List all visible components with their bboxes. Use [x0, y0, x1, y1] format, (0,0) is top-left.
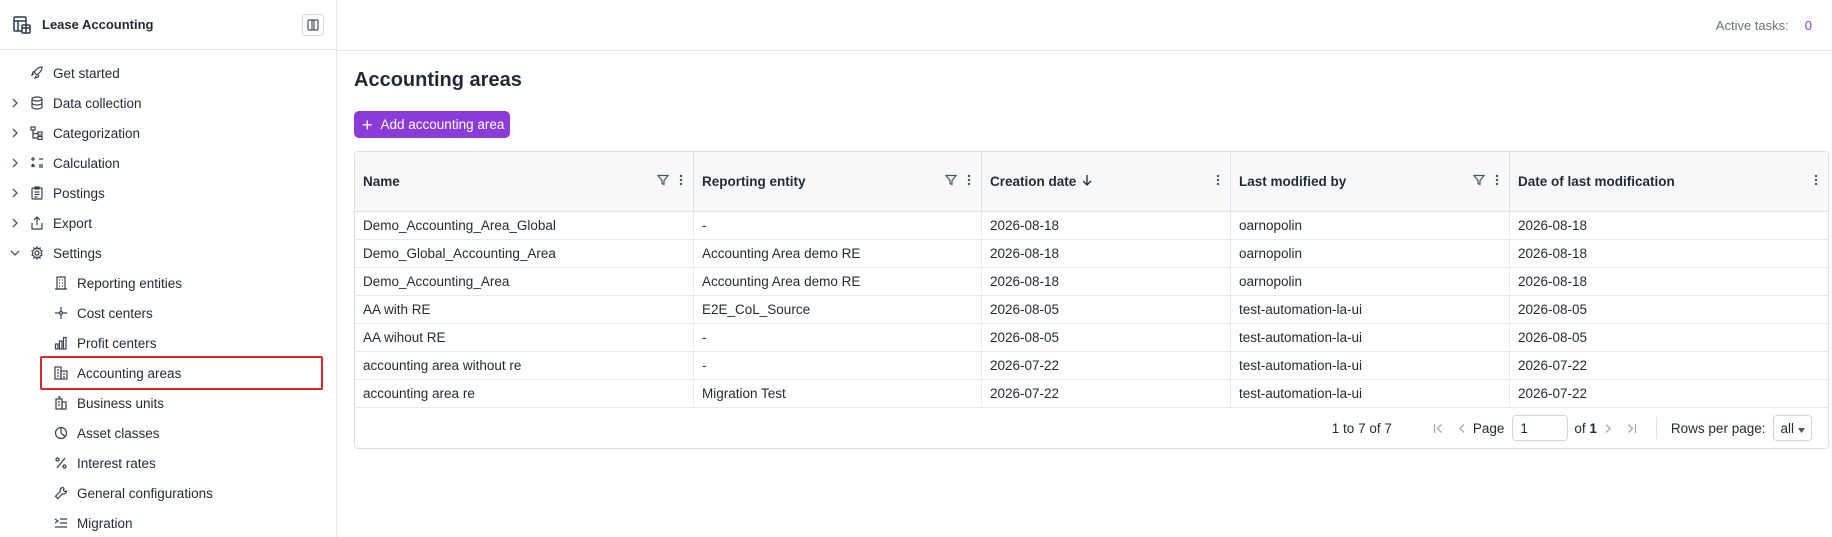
- first-page-icon[interactable]: [1433, 423, 1444, 434]
- sidebar-item-accounting-areas[interactable]: Accounting areas: [0, 356, 336, 390]
- chevron-right-icon[interactable]: [10, 188, 20, 198]
- last-page-icon[interactable]: [1626, 423, 1637, 434]
- sidebar-item-export[interactable]: Export: [0, 208, 336, 238]
- accounting-areas-table: Name Reporting entity Creation date Last…: [354, 151, 1829, 449]
- migration-icon: [53, 515, 69, 531]
- previous-page-icon[interactable]: [1458, 423, 1466, 434]
- rows-per-page-label: Rows per page:: [1670, 420, 1766, 436]
- column-header-name[interactable]: Name: [355, 152, 694, 211]
- pagination-range: 1 to 7 of 7: [1331, 420, 1392, 436]
- filter-icon[interactable]: [1472, 174, 1486, 189]
- sidebar-item-business-units[interactable]: Business units: [0, 388, 336, 418]
- building-icon: [53, 275, 69, 291]
- column-menu-icon[interactable]: [1814, 174, 1818, 189]
- next-page-icon[interactable]: [1604, 423, 1612, 434]
- plus-icon: +: [362, 114, 373, 135]
- column-header-last-modified-by[interactable]: Last modified by: [1231, 152, 1510, 211]
- page-label: Page: [1472, 420, 1505, 436]
- add-accounting-area-button[interactable]: + Add accounting area: [354, 111, 511, 138]
- rows-per-page-select[interactable]: all: [1773, 415, 1812, 441]
- sidebar-item-postings[interactable]: Postings: [0, 178, 336, 208]
- accounting-area-icon: [53, 365, 69, 381]
- sidebar-item-get-started[interactable]: Get started: [0, 58, 336, 88]
- column-menu-icon[interactable]: [1495, 174, 1499, 189]
- sidebar-item-settings[interactable]: Settings: [0, 238, 336, 268]
- active-tasks-count[interactable]: 0: [1805, 18, 1812, 33]
- app-title: Lease Accounting: [42, 17, 154, 32]
- column-menu-icon[interactable]: [679, 174, 683, 189]
- chevron-down-icon[interactable]: [10, 248, 20, 258]
- sidebar-item-interest-rates[interactable]: Interest rates: [0, 448, 336, 478]
- chevron-right-icon[interactable]: [10, 128, 20, 138]
- percent-icon: [53, 455, 69, 471]
- database-icon: [29, 95, 45, 111]
- filter-icon[interactable]: [944, 174, 958, 189]
- filter-icon[interactable]: [656, 174, 670, 189]
- cost-center-icon: [53, 305, 69, 321]
- calculator-icon: [29, 155, 45, 171]
- table-row[interactable]: accounting area without re - 2026-07-22 …: [355, 352, 1828, 380]
- collapse-sidebar-button[interactable]: [302, 13, 324, 36]
- sort-descending-icon[interactable]: [1082, 174, 1092, 189]
- total-pages: 1: [1589, 420, 1597, 436]
- active-tasks-label: Active tasks:: [1715, 17, 1789, 33]
- sidebar-header: Lease Accounting: [0, 0, 336, 50]
- pie-chart-icon: [53, 425, 69, 441]
- sidebar-item-migration[interactable]: Migration: [0, 508, 336, 537]
- sidebar-toggle-icon: [307, 18, 319, 31]
- table-row[interactable]: AA wihout RE - 2026-08-05 test-automatio…: [355, 324, 1828, 352]
- sidebar-item-reporting-entities[interactable]: Reporting entities: [0, 268, 336, 298]
- table-row[interactable]: Demo_Global_Accounting_Area Accounting A…: [355, 240, 1828, 268]
- page-title: Accounting areas: [354, 69, 522, 91]
- hierarchy-icon: [29, 125, 45, 141]
- sidebar: Lease Accounting Get started Data collec…: [0, 0, 337, 537]
- pagination-bar: 1 to 7 of 7 Page of 1 Rows per page: all: [355, 408, 1828, 448]
- table-row[interactable]: accounting area re Migration Test 2026-0…: [355, 380, 1828, 408]
- of-label: of: [1574, 420, 1586, 436]
- gear-icon: [29, 245, 45, 261]
- caret-down-icon: [1798, 421, 1805, 436]
- table-row[interactable]: AA with RE E2E_CoL_Source 2026-08-05 tes…: [355, 296, 1828, 324]
- table-header: Name Reporting entity Creation date Last…: [355, 152, 1828, 212]
- sidebar-item-data-collection[interactable]: Data collection: [0, 88, 336, 118]
- sidebar-nav: Get started Data collection Categorizati…: [0, 50, 336, 537]
- table-body: Demo_Accounting_Area_Global - 2026-08-18…: [355, 212, 1828, 408]
- top-bar: Active tasks: 0: [337, 0, 1832, 51]
- column-menu-icon[interactable]: [967, 174, 971, 189]
- sidebar-item-calculation[interactable]: Calculation: [0, 148, 336, 178]
- column-header-reporting-entity[interactable]: Reporting entity: [694, 152, 982, 211]
- page-number-input[interactable]: [1512, 415, 1569, 441]
- column-header-date-of-last-modification[interactable]: Date of last modification: [1510, 152, 1828, 211]
- clipboard-icon: [29, 185, 45, 201]
- sidebar-item-categorization[interactable]: Categorization: [0, 118, 336, 148]
- sidebar-item-cost-centers[interactable]: Cost centers: [0, 298, 336, 328]
- chevron-right-icon[interactable]: [10, 218, 20, 228]
- table-row[interactable]: Demo_Accounting_Area_Global - 2026-08-18…: [355, 212, 1828, 240]
- sidebar-item-asset-classes[interactable]: Asset classes: [0, 418, 336, 448]
- rocket-icon: [29, 65, 45, 81]
- main-content: Accounting areas + Add accounting area N…: [354, 51, 1832, 449]
- chevron-right-icon[interactable]: [10, 98, 20, 108]
- column-header-creation-date[interactable]: Creation date: [982, 152, 1231, 211]
- business-unit-icon: [53, 395, 69, 411]
- sidebar-item-profit-centers[interactable]: Profit centers: [0, 328, 336, 358]
- sidebar-item-general-configurations[interactable]: General configurations: [0, 478, 336, 508]
- wrench-icon: [53, 485, 69, 501]
- chevron-right-icon[interactable]: [10, 158, 20, 168]
- bar-chart-icon: [53, 335, 69, 351]
- app-logo-icon: [12, 15, 32, 35]
- table-row[interactable]: Demo_Accounting_Area Accounting Area dem…: [355, 268, 1828, 296]
- add-accounting-area-label: Add accounting area: [380, 117, 505, 132]
- export-icon: [29, 215, 45, 231]
- pagination-divider: [1655, 417, 1657, 439]
- column-menu-icon[interactable]: [1216, 174, 1220, 189]
